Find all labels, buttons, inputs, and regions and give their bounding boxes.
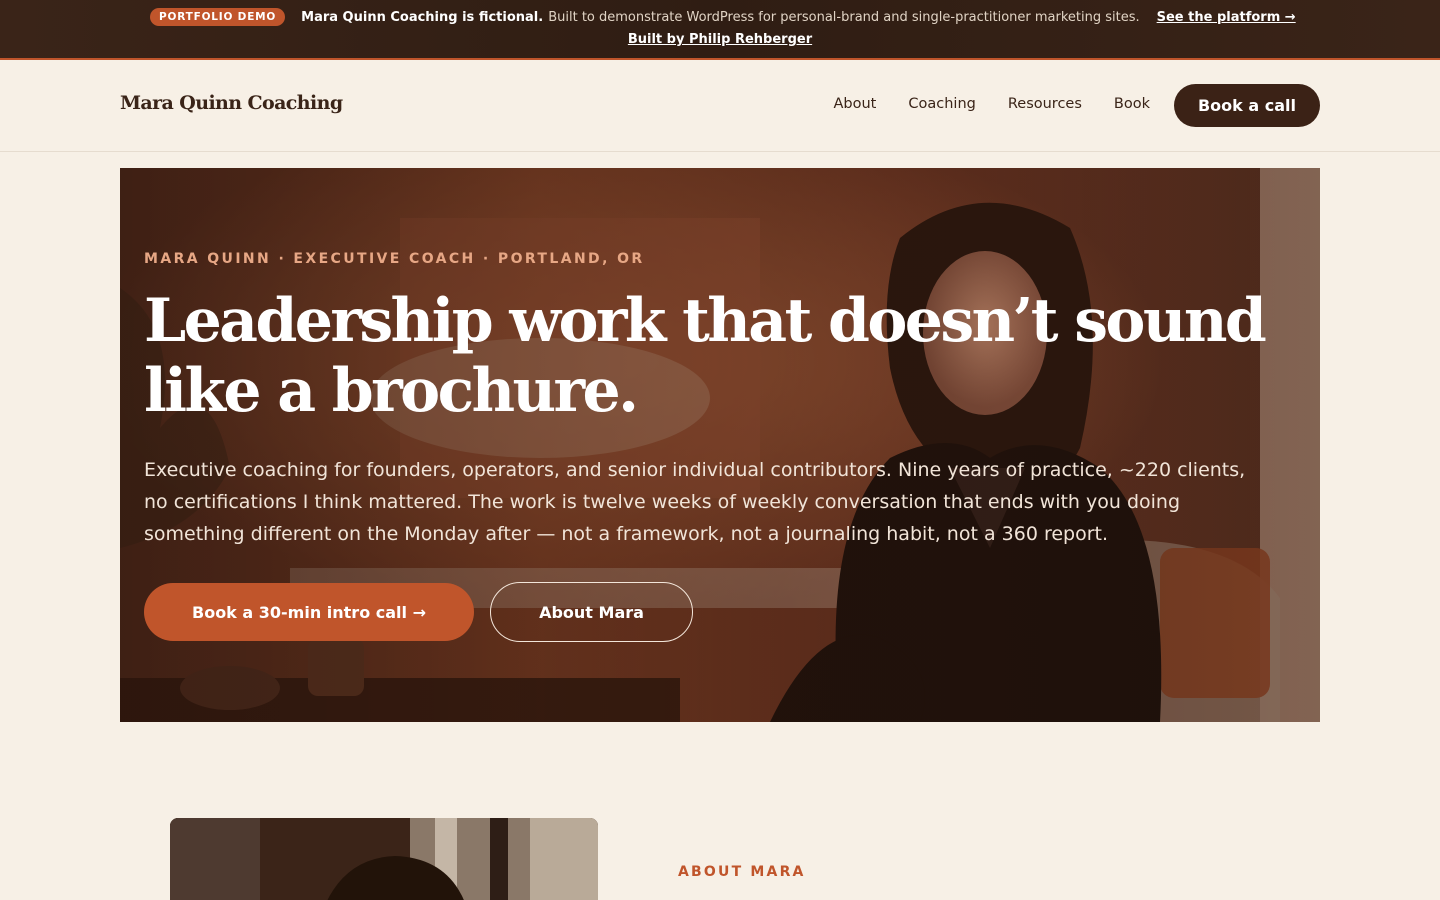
banner-credit-row: Built by Philip Rehberger <box>0 32 1440 47</box>
portfolio-demo-badge: PORTFOLIO DEMO <box>150 8 286 26</box>
about-mara-button[interactable]: About Mara <box>490 582 693 642</box>
see-platform-link[interactable]: See the platform → <box>1157 10 1296 25</box>
book-intro-call-button[interactable]: Book a 30-min intro call → <box>144 583 474 641</box>
hero-section: MARA QUINN · EXECUTIVE COACH · PORTLAND,… <box>120 168 1320 722</box>
hero-headline: Leadership work that doesn’t sound like … <box>144 286 1267 426</box>
built-by-link[interactable]: Built by Philip Rehberger <box>628 32 812 47</box>
hero-description: Executive coaching for founders, operato… <box>144 459 1246 545</box>
nav-link-book[interactable]: Book <box>1114 96 1150 112</box>
nav-link-resources[interactable]: Resources <box>1008 96 1082 112</box>
banner-fictional-notice: Mara Quinn Coaching is fictional. <box>301 9 544 25</box>
site-logo[interactable]: Mara Quinn Coaching <box>120 92 343 114</box>
hero-eyebrow: MARA QUINN · EXECUTIVE COACH · PORTLAND,… <box>144 251 645 267</box>
banner-description: Built to demonstrate WordPress for perso… <box>548 9 1140 25</box>
banner-row: PORTFOLIO DEMO Mara Quinn Coaching is fi… <box>150 7 1296 27</box>
about-mara-photo <box>170 818 598 900</box>
book-a-call-button[interactable]: Book a call <box>1174 84 1320 127</box>
nav-link-about[interactable]: About <box>834 96 877 112</box>
main-nav: About Coaching Resources Book <box>834 96 1151 112</box>
about-section-label: ABOUT MARA <box>678 864 806 880</box>
portfolio-demo-banner: PORTFOLIO DEMO Mara Quinn Coaching is fi… <box>0 0 1440 60</box>
site-header: Mara Quinn Coaching About Coaching Resou… <box>0 60 1440 152</box>
nav-link-coaching[interactable]: Coaching <box>908 96 975 112</box>
